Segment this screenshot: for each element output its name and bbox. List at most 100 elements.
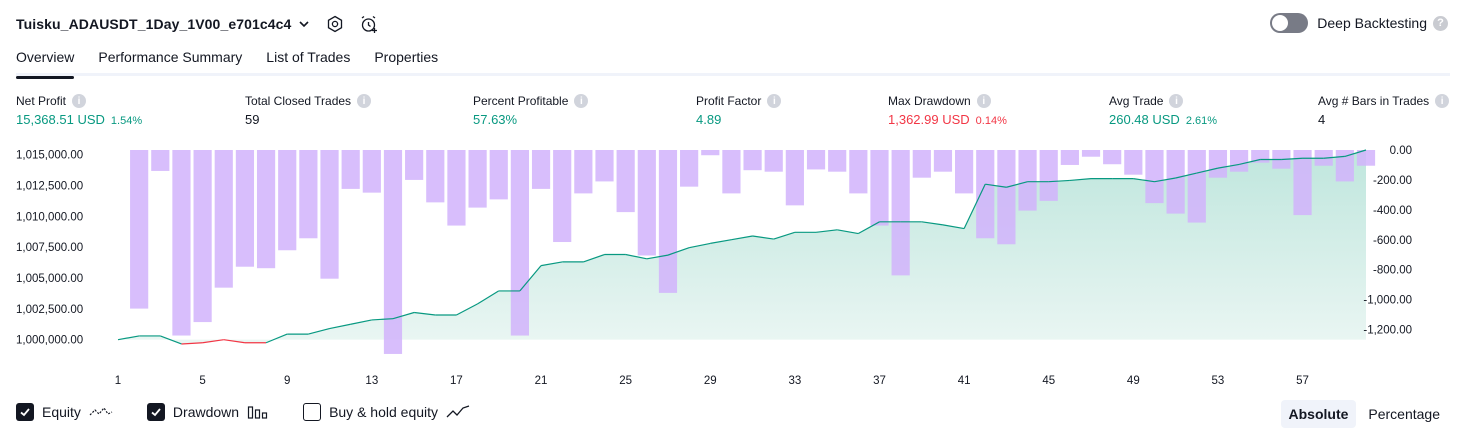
y-left-tick-label: 1,015,000.00 <box>16 150 83 162</box>
drawdown-bar <box>806 150 826 170</box>
y-right-tick-label: 0.00 <box>1390 145 1412 157</box>
metric-label: Profit Factor <box>696 94 762 108</box>
toggle-knob <box>1272 15 1289 31</box>
tab-list-of-trades[interactable]: List of Trades <box>266 46 350 76</box>
settings-icon[interactable] <box>325 14 345 34</box>
y-right-tick-label: -1,200.00 <box>1363 325 1412 337</box>
metric-value: 260.48 USD <box>1109 112 1180 127</box>
metric-value: 57.63% <box>473 112 518 127</box>
absolute-button[interactable]: Absolute <box>1280 400 1357 428</box>
x-tick-label: 53 <box>1212 375 1225 387</box>
drawdown-bar <box>912 150 931 178</box>
metric-max-drawdown: Max Drawdown i 1,362.99 USD 0.14% <box>888 94 1007 127</box>
drawdown-bar <box>214 150 233 288</box>
x-tick-label: 41 <box>958 375 971 387</box>
x-tick-label: 37 <box>873 375 886 387</box>
deep-backtesting-label: Deep Backtesting <box>1317 15 1427 31</box>
y-left-tick-label: 1,007,500.00 <box>16 242 83 254</box>
buy-hold-line-icon <box>446 404 470 420</box>
info-icon[interactable]: i <box>976 94 991 108</box>
y-right-tick-label: -400.00 <box>1373 205 1412 217</box>
drawdown-bar <box>320 150 339 279</box>
drawdown-bar <box>658 150 678 293</box>
drawdown-bar <box>1039 150 1058 201</box>
drawdown-bar <box>933 150 953 172</box>
legend-drawdown-label: Drawdown <box>172 404 240 420</box>
drawdown-bar <box>1229 150 1249 172</box>
help-icon[interactable]: ? <box>1433 15 1448 31</box>
metric-label: Avg # Bars in Trades <box>1318 94 1430 108</box>
percentage-button[interactable]: Percentage <box>1360 400 1448 428</box>
drawdown-bar <box>130 150 149 309</box>
buy-hold-checkbox[interactable] <box>303 403 322 421</box>
equity-line-icon <box>89 404 113 420</box>
drawdown-bar <box>1166 150 1185 214</box>
x-tick-label: 21 <box>535 375 548 387</box>
drawdown-bar <box>510 150 529 336</box>
metric-avg-trade: Avg Trade i 260.48 USD 2.61% <box>1109 94 1217 127</box>
legend-buy-hold-label: Buy & hold equity <box>329 404 439 420</box>
metric-percent: 1.54% <box>110 115 143 127</box>
metric-value: 1,362.99 USD <box>888 112 970 127</box>
info-icon[interactable]: i <box>1435 94 1450 108</box>
drawdown-bar <box>1293 150 1312 216</box>
equity-checkbox[interactable] <box>16 403 34 421</box>
drawdown-bar <box>405 150 424 180</box>
drawdown-bar <box>1103 150 1122 165</box>
drawdown-bar <box>426 150 445 203</box>
drawdown-bar <box>299 150 318 239</box>
drawdown-bar <box>193 150 212 323</box>
drawdown-bar <box>468 150 487 208</box>
info-icon[interactable]: i <box>357 94 372 108</box>
drawdown-bar <box>151 150 170 171</box>
strategy-name[interactable]: Tuisku_ADAUSDT_1Day_1V00_e701c4c4 <box>16 16 291 32</box>
x-tick-label: 25 <box>619 375 632 387</box>
chevron-down-icon[interactable] <box>297 17 311 31</box>
drawdown-bar <box>785 150 804 206</box>
y-right-tick-label: -800.00 <box>1373 265 1412 277</box>
y-right-tick-label: -1,000.00 <box>1363 295 1412 307</box>
add-alert-icon[interactable] <box>359 14 379 34</box>
tab-overview[interactable]: Overview <box>16 46 75 79</box>
metric-percent: 0.14% <box>975 115 1007 127</box>
drawdown-bar <box>1124 150 1143 175</box>
x-tick-label: 13 <box>365 375 378 387</box>
legend-equity-label: Equity <box>42 404 81 420</box>
metric-label: Max Drawdown <box>888 94 971 108</box>
y-left-tick-label: 1,002,500.00 <box>16 304 83 316</box>
x-tick-label: 1 <box>115 375 121 387</box>
drawdown-bar <box>828 150 847 172</box>
y-right-tick-label: -200.00 <box>1373 175 1412 187</box>
drawdown-bar <box>891 150 910 276</box>
deep-backtesting-toggle[interactable] <box>1270 13 1309 33</box>
legend-drawdown[interactable]: Drawdown <box>146 403 269 421</box>
drawdown-bar <box>172 150 191 336</box>
legend-equity[interactable]: Equity <box>16 403 113 421</box>
metric-label: Total Closed Trades <box>245 94 352 108</box>
drawdown-checkbox[interactable] <box>146 403 165 421</box>
drawdown-bar <box>531 150 551 189</box>
drawdown-bar <box>256 150 276 269</box>
drawdown-bar <box>701 150 720 156</box>
metric-total-closed-trades: Total Closed Trades i 59 <box>245 94 372 127</box>
tab-performance-summary[interactable]: Performance Summary <box>98 46 242 76</box>
scale-mode-switch: Absolute Percentage <box>1277 400 1449 428</box>
legend-buy-hold[interactable]: Buy & hold equity <box>303 403 470 421</box>
drawdown-bar <box>574 150 593 194</box>
equity-drawdown-chart[interactable]: 1,015,000.00 1,012,500.00 1,010,000.00 1,00… <box>0 140 1466 390</box>
info-icon[interactable]: i <box>574 94 589 108</box>
drawdown-bar <box>637 150 656 256</box>
metric-value: 4.89 <box>696 112 722 127</box>
drawdown-bar <box>616 150 635 213</box>
drawdown-bar <box>341 150 360 189</box>
y-left-tick-label: 1,012,500.00 <box>16 180 83 192</box>
x-tick-label: 29 <box>704 375 717 387</box>
info-icon[interactable]: i <box>1169 94 1184 108</box>
metric-avg-bars-in-trades: Avg # Bars in Trades i 4 <box>1318 94 1450 127</box>
tab-properties[interactable]: Properties <box>374 46 438 76</box>
metric-value: 59 <box>245 112 260 127</box>
strategy-header: Tuisku_ADAUSDT_1Day_1V00_e701c4c4 <box>16 12 379 36</box>
info-icon[interactable]: i <box>72 94 87 108</box>
drawdown-bar <box>383 150 403 354</box>
info-icon[interactable]: i <box>767 94 782 108</box>
